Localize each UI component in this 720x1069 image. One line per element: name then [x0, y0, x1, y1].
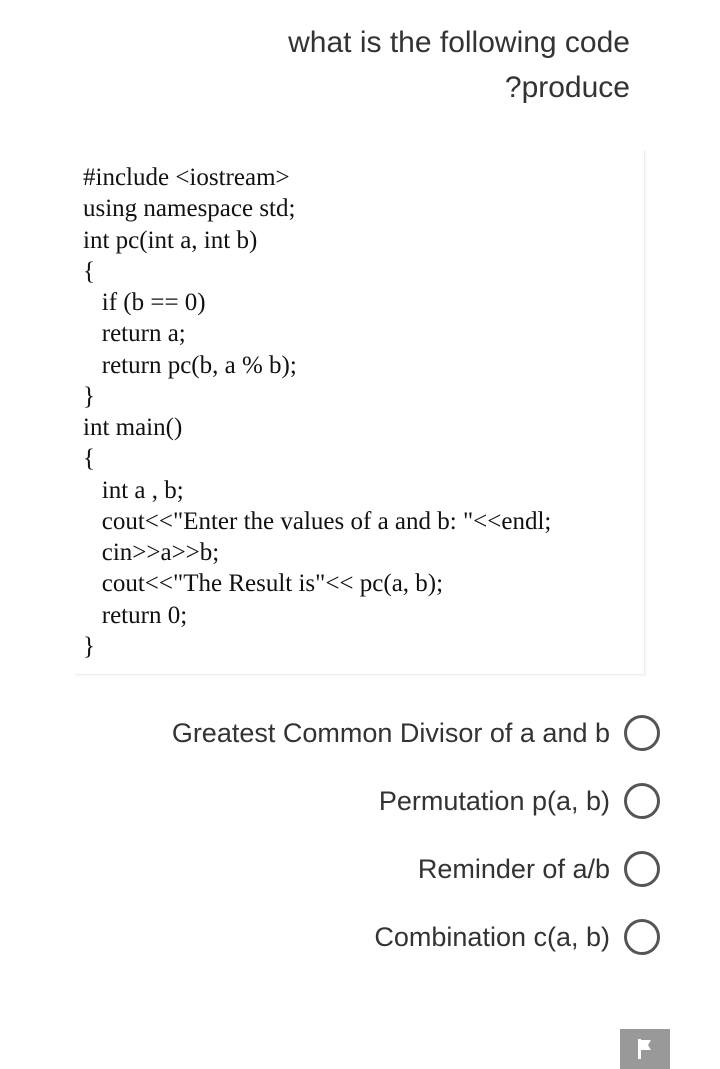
option-label: Reminder of a/b	[418, 854, 610, 885]
radio-icon[interactable]	[624, 851, 660, 887]
option-label: Permutation p(a, b)	[379, 786, 610, 817]
option-label: Greatest Common Divisor of a and b	[172, 718, 610, 749]
question-text: what is the following code ?produce	[0, 0, 720, 140]
radio-icon[interactable]	[624, 919, 660, 955]
option-row[interactable]: Reminder of a/b	[60, 851, 660, 887]
code-block: #include <iostream> using namespace std;…	[75, 150, 645, 675]
option-row[interactable]: Permutation p(a, b)	[60, 783, 660, 819]
options-list: Greatest Common Divisor of a and b Permu…	[0, 705, 720, 955]
option-row[interactable]: Combination c(a, b)	[60, 919, 660, 955]
question-line1: what is the following code	[288, 26, 630, 59]
question-line2: ?produce	[505, 71, 630, 104]
radio-icon[interactable]	[624, 715, 660, 751]
flag-icon	[635, 1037, 655, 1061]
option-label: Combination c(a, b)	[374, 922, 610, 953]
radio-icon[interactable]	[624, 783, 660, 819]
flag-button[interactable]	[620, 1029, 670, 1069]
option-row[interactable]: Greatest Common Divisor of a and b	[60, 715, 660, 751]
